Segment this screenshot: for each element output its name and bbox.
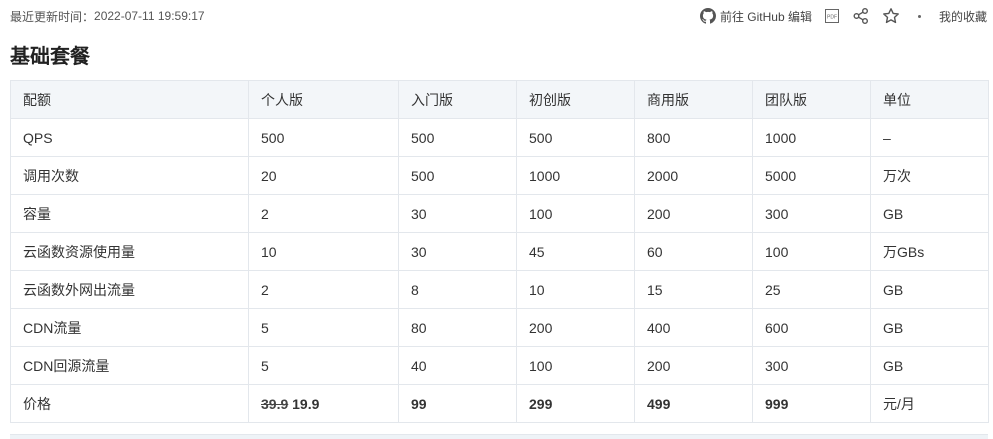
header-starter: 入门版 [398,80,517,119]
table-cell: CDN流量 [10,308,249,347]
table-cell: 400 [634,308,753,347]
table-cell: 5 [248,346,399,385]
table-cell: 2 [248,194,399,233]
dot-icon [917,14,921,18]
table-cell: 100 [752,232,871,271]
table-cell: 500 [248,118,399,157]
table-cell: 300 [752,194,871,233]
table-cell: 10 [516,270,635,309]
table-cell: 2000 [634,156,753,195]
table-cell: 600 [752,308,871,347]
table-cell: 25 [752,270,871,309]
table-cell: 1000 [516,156,635,195]
table-row: CDN流量 5 80 200 400 600 GB [10,308,989,347]
table-cell: 调用次数 [10,156,249,195]
table-cell: 500 [398,118,517,157]
pdf-icon[interactable]: PDF [824,8,840,24]
price-startup: 299 [516,384,635,423]
original-price: 39.9 [261,395,289,412]
discount-price: 19.9 [292,395,320,412]
last-updated-label: 最近更新时间： [10,9,95,24]
table-cell: 1000 [752,118,871,157]
table-cell: 容量 [10,194,249,233]
table-cell: 40 [398,346,517,385]
table-cell: 500 [398,156,517,195]
table-cell: – [870,118,989,157]
price-business: 499 [634,384,753,423]
table-cell: 200 [634,346,753,385]
table-cell: 5000 [752,156,871,195]
quota-table: 配额 个人版 入门版 初创版 商用版 团队版 单位 QPS 500 500 50… [10,80,989,423]
header-team: 团队版 [752,80,871,119]
table-cell: 万GBs [870,232,989,271]
table-cell: 15 [634,270,753,309]
table-row: 云函数外网出流量 2 8 10 15 25 GB [10,270,989,309]
table-row: QPS 500 500 500 800 1000 – [10,118,989,157]
table-cell: 5 [248,308,399,347]
header-startup: 初创版 [516,80,635,119]
table-cell: 2 [248,270,399,309]
table-cell: 80 [398,308,517,347]
table-cell: GB [870,346,989,385]
header-quota: 配额 [10,80,249,119]
table-cell: 100 [516,346,635,385]
table-row: CDN回源流量 5 40 100 200 300 GB [10,346,989,385]
price-label: 价格 [10,384,249,423]
table-cell: 万次 [870,156,989,195]
table-cell: QPS [10,118,249,157]
next-table-edge [10,434,988,439]
table-cell: CDN回源流量 [10,346,249,385]
table-row: 调用次数 20 500 1000 2000 5000 万次 [10,156,989,195]
table-cell: 云函数外网出流量 [10,270,249,309]
table-cell: GB [870,270,989,309]
github-icon [699,8,716,24]
header-personal: 个人版 [248,80,399,119]
table-cell: 10 [248,232,399,271]
star-icon[interactable] [882,7,900,25]
github-edit-link[interactable]: 前往 GitHub 编辑 [699,8,812,25]
table-cell: 云函数资源使用量 [10,232,249,271]
last-updated: 最近更新时间： 2022-07-11 19:59:17 [10,8,205,25]
table-cell: 300 [752,346,871,385]
price-team: 999 [752,384,871,423]
table-cell: 200 [634,194,753,233]
table-cell: 8 [398,270,517,309]
page-actions: 前往 GitHub 编辑 PDF 我的收藏 [699,7,987,25]
header-business: 商用版 [634,80,753,119]
table-cell: 30 [398,194,517,233]
table-cell: 100 [516,194,635,233]
github-edit-label: 前往 GitHub 编辑 [719,9,812,24]
price-personal: 39.9 19.9 [248,384,399,423]
table-cell: 30 [398,232,517,271]
top-bar: 最近更新时间： 2022-07-11 19:59:17 前往 GitHub 编辑… [10,0,987,32]
price-starter: 99 [398,384,517,423]
section-title: 基础套餐 [10,46,90,68]
table-row: 云函数资源使用量 10 30 45 60 100 万GBs [10,232,989,271]
table-cell: GB [870,194,989,233]
table-cell: 800 [634,118,753,157]
price-unit: 元/月 [870,384,989,423]
my-favorites-link[interactable]: 我的收藏 [939,8,987,25]
pdf-icon-text: PDF [827,15,837,21]
price-row: 价格 39.9 19.9 99 299 499 999 元/月 [10,384,989,423]
table-row: 容量 2 30 100 200 300 GB [10,194,989,233]
table-cell: 20 [248,156,399,195]
table-cell: 500 [516,118,635,157]
table-cell: 60 [634,232,753,271]
table-header-row: 配额 个人版 入门版 初创版 商用版 团队版 单位 [10,80,989,119]
last-updated-time: 2022-07-11 19:59:17 [94,9,205,23]
share-icon[interactable] [852,7,870,25]
header-unit: 单位 [870,80,989,119]
table-cell: 200 [516,308,635,347]
table-cell: GB [870,308,989,347]
table-cell: 45 [516,232,635,271]
